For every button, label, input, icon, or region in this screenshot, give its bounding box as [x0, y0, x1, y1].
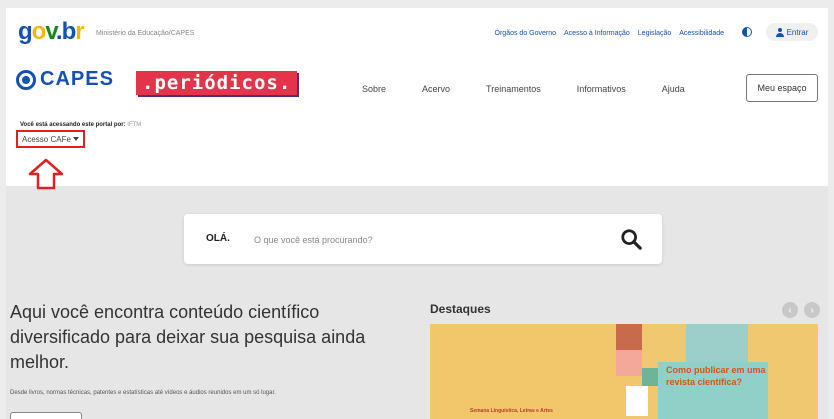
govbr-bar: gov.br Ministério da Educação/CAPES Órgã… — [6, 8, 828, 60]
destaques-title: Destaques — [430, 302, 491, 316]
link-acesso-informacao[interactable]: Acesso à Informação — [564, 30, 630, 37]
carousel-next-icon[interactable]: › — [804, 302, 820, 318]
hero-subtext: Desde livros, normas técnicas, patentes … — [10, 390, 276, 396]
banner-shape — [616, 324, 642, 350]
link-legislacao[interactable]: Legislação — [638, 30, 671, 37]
acesso-cafe-dropdown[interactable]: Acesso CAFe — [16, 130, 85, 148]
banner-footer: Semana Linguística, Letras e Artes — [470, 408, 553, 414]
periodicos-logo[interactable]: .periódicos. — [136, 71, 298, 95]
banner-headline: Como publicar em uma revista científica? — [666, 365, 766, 387]
banner-shape — [616, 350, 642, 376]
banner-bg-shape — [430, 324, 640, 419]
browser-viewport: gov.br Ministério da Educação/CAPES Órgã… — [6, 8, 828, 419]
banner-shape — [626, 386, 648, 416]
search-icon[interactable] — [620, 228, 642, 250]
caret-down-icon — [72, 137, 79, 141]
nav-acervo[interactable]: Acervo — [422, 84, 450, 94]
search-box: OLÁ. — [184, 214, 662, 264]
search-input[interactable] — [252, 228, 596, 252]
main-nav: Sobre Acervo Treinamentos Informativos A… — [362, 84, 721, 94]
govbr-logo[interactable]: gov.br — [18, 18, 85, 46]
login-button[interactable]: Entrar — [766, 23, 818, 41]
hero-headline: Aqui você encontra conteúdo científico d… — [10, 302, 366, 372]
link-acessibilidade[interactable]: Acessibilidade — [679, 30, 724, 37]
acesso-cafe-label: Acesso CAFe — [22, 134, 71, 144]
nav-treinamentos[interactable]: Treinamentos — [486, 84, 541, 94]
nav-informativos[interactable]: Informativos — [577, 84, 626, 94]
hero-section: OLÁ. Aqui você encontra conteúdo científ… — [6, 186, 828, 419]
capes-logo[interactable]: CAPES — [16, 68, 114, 91]
access-label-text: Você está acessando este portal por: — [20, 122, 126, 128]
login-label: Entrar — [786, 27, 809, 37]
contrast-icon[interactable] — [742, 27, 752, 37]
carousel-prev-icon[interactable]: ‹ — [782, 302, 798, 318]
ministry-label: Ministério da Educação/CAPES — [96, 30, 195, 37]
user-icon — [775, 27, 784, 37]
meu-espaco-button[interactable]: Meu espaço — [746, 74, 818, 102]
capes-mark-icon — [16, 69, 36, 90]
govbr-top-links: Órgãos do Governo Acesso à Informação Le… — [495, 30, 724, 37]
annotation-arrow-icon — [28, 158, 64, 190]
access-institution: IFTM — [127, 122, 142, 128]
nav-ajuda[interactable]: Ajuda — [662, 84, 685, 94]
hero-button[interactable] — [10, 412, 82, 419]
banner-shape — [686, 324, 748, 364]
search-greeting: OLÁ. — [206, 233, 230, 244]
link-orgaos[interactable]: Órgãos do Governo — [495, 30, 556, 37]
capes-logo-text: CAPES — [40, 68, 114, 90]
access-info: Você está acessando este portal por: IFT… — [20, 122, 141, 128]
destaques-banner[interactable]: Como publicar em uma revista científica?… — [430, 324, 818, 419]
nav-sobre[interactable]: Sobre — [362, 84, 386, 94]
